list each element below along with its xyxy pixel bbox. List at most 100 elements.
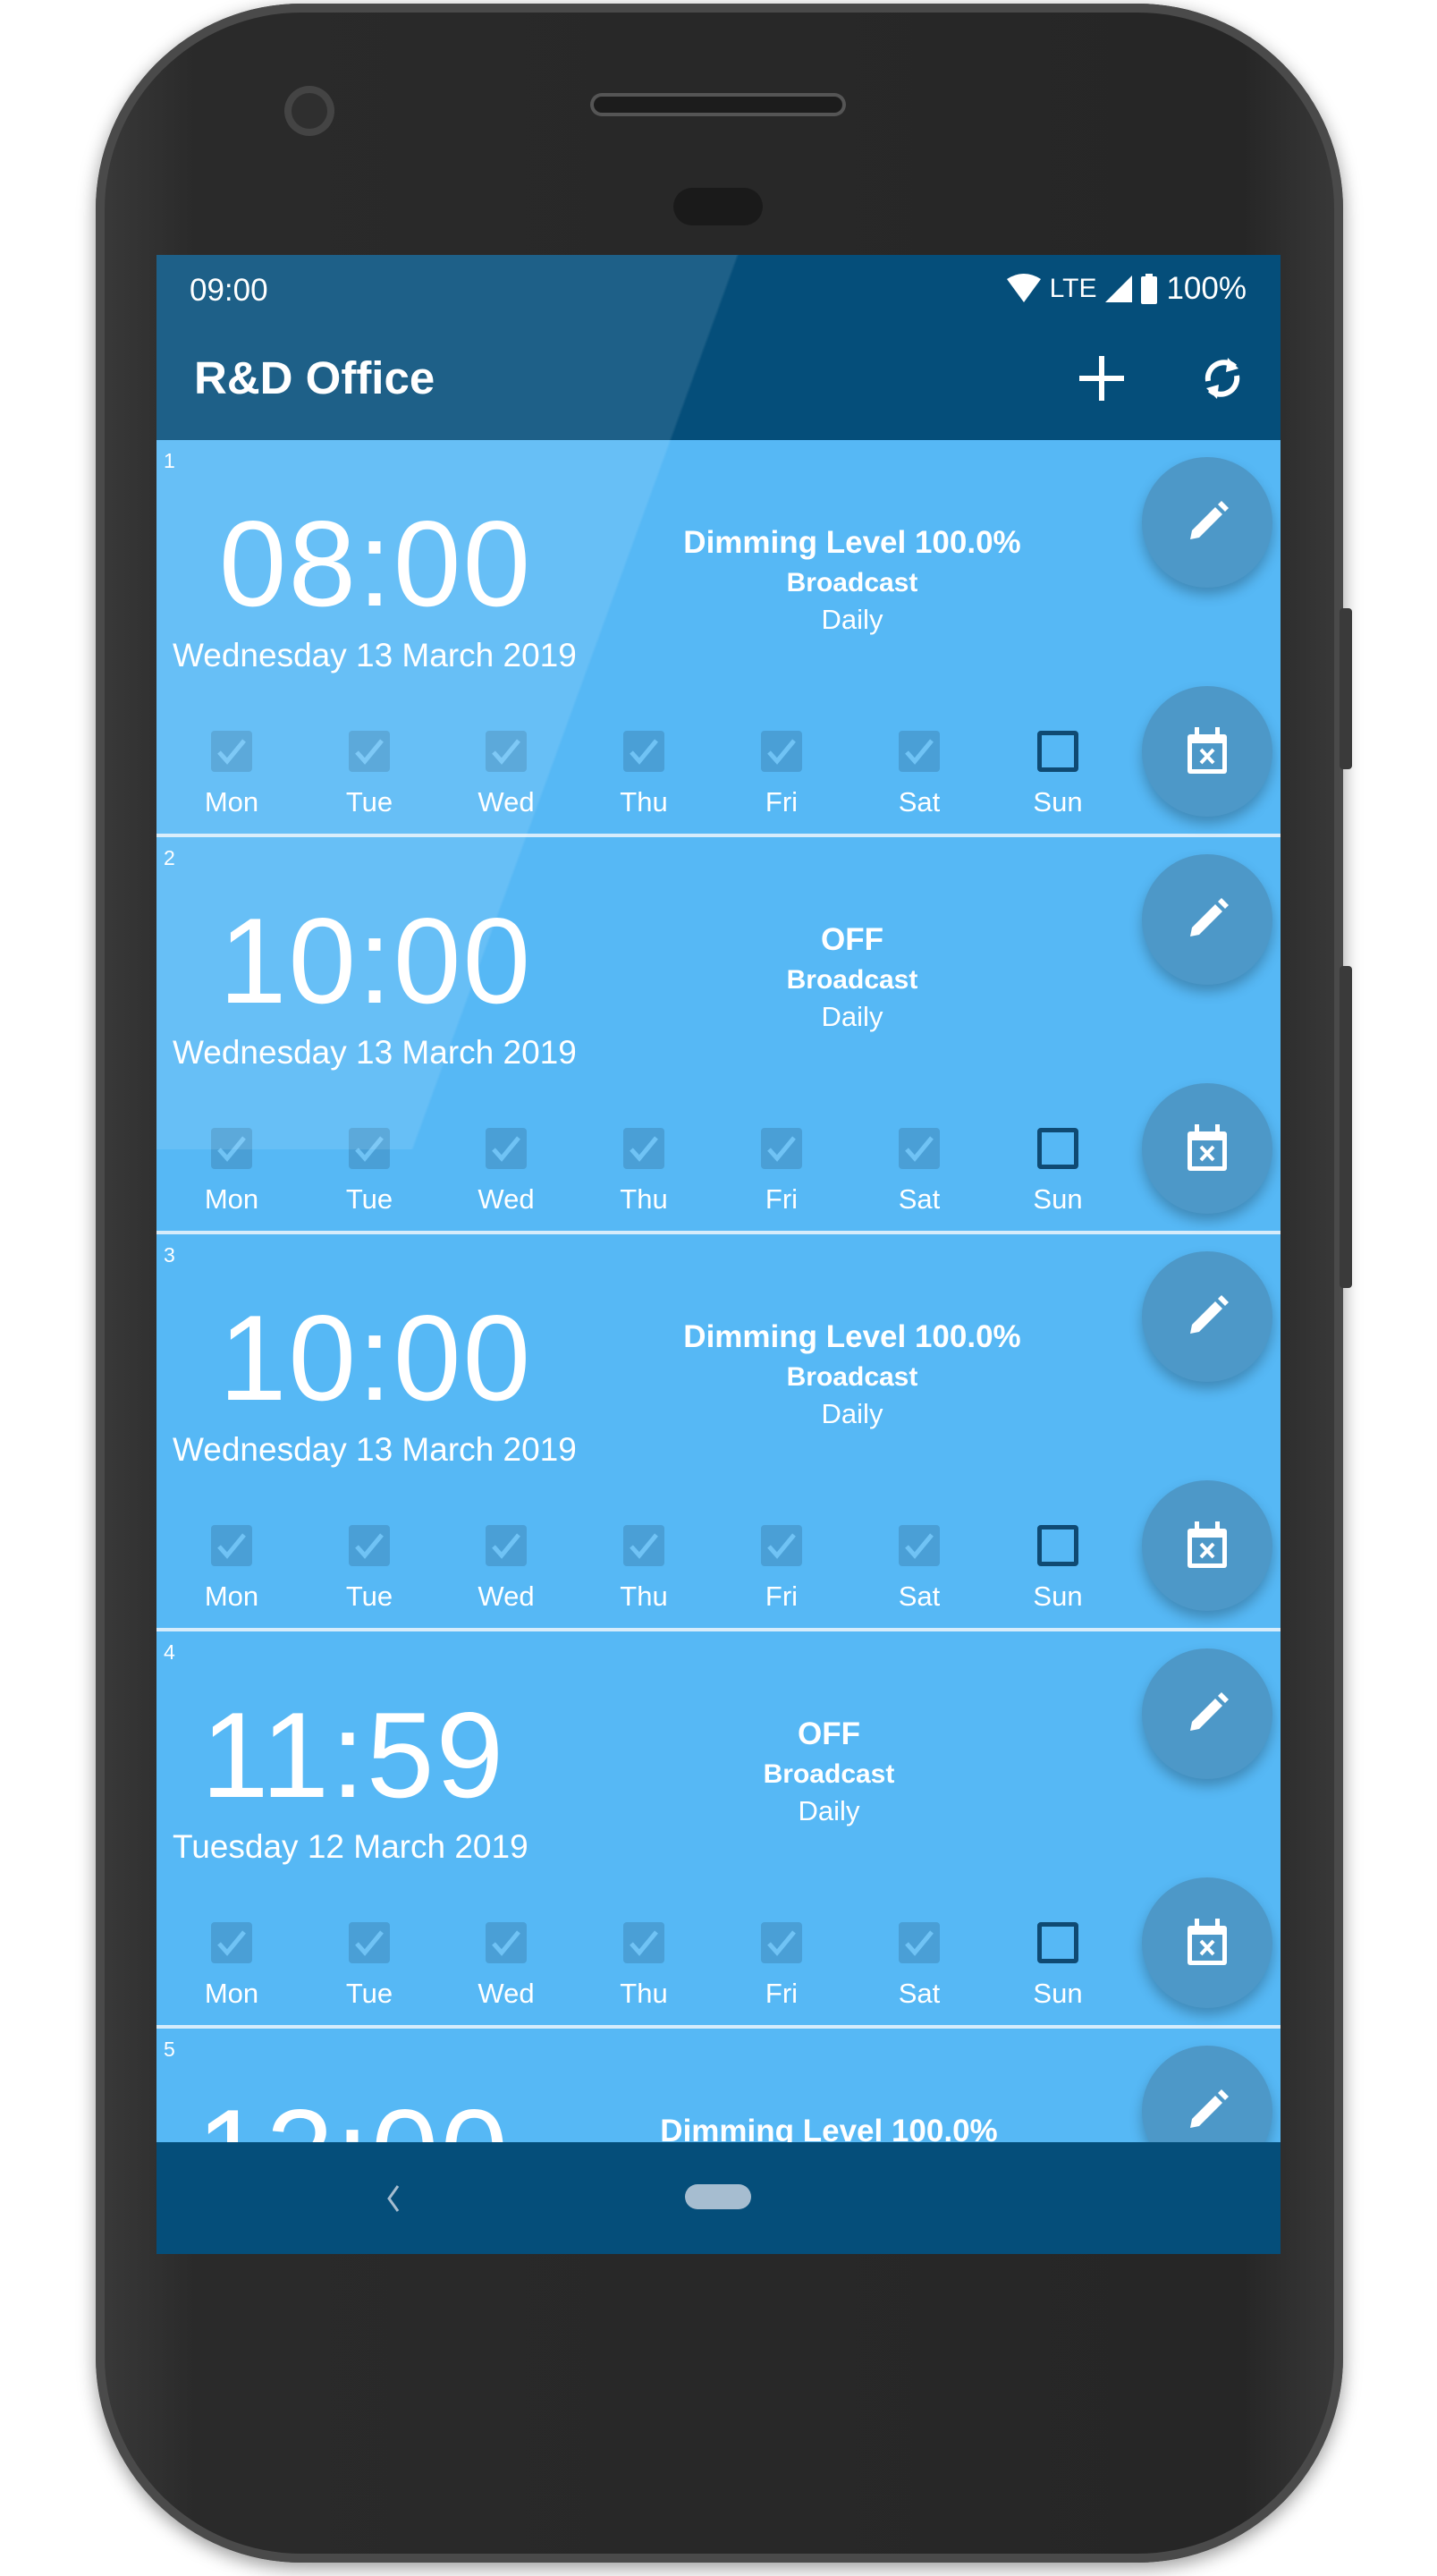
schedule-action: OFF [798,1716,860,1751]
check-icon [492,1533,520,1559]
day-label: Sun [1033,1183,1083,1215]
delete-schedule-button[interactable] [1142,1877,1272,2008]
schedule-card[interactable]: 1 08:00 Wednesday 13 March 2019 Dimming Le… [156,440,1281,837]
day-toggle-thu[interactable]: Thu [599,1128,689,1216]
check-icon [905,739,934,765]
plus-icon [1079,356,1124,401]
day-checkbox[interactable] [486,731,527,772]
day-toggle-sat[interactable]: Sat [875,1922,964,2010]
day-toggle-fri[interactable]: Fri [737,1128,826,1216]
delete-schedule-button[interactable] [1142,1480,1272,1611]
day-toggle-tue[interactable]: Tue [325,1525,414,1613]
check-icon [217,739,246,765]
day-label: Sun [1033,786,1083,818]
delete-schedule-button[interactable] [1142,686,1272,817]
day-checkbox[interactable] [761,1922,802,1963]
schedule-target: Broadcast [763,1759,895,1789]
volume-button [1340,966,1352,1288]
day-toggle-sun[interactable]: Sun [1013,1525,1103,1613]
edit-button[interactable] [1142,457,1272,588]
day-toggle-mon[interactable]: Mon [187,731,276,818]
schedule-card[interactable]: 3 10:00 Wednesday 13 March 2019 Dimming Le… [156,1234,1281,1631]
day-toggle-wed[interactable]: Wed [461,731,551,818]
day-checkbox[interactable] [486,1128,527,1169]
add-button[interactable] [1066,343,1137,414]
day-checkbox[interactable] [1037,1525,1078,1566]
schedule-card[interactable]: 2 10:00 Wednesday 13 March 2019 OFF Broadca… [156,837,1281,1234]
day-checkbox[interactable] [899,1525,940,1566]
schedule-index: 5 [164,2038,175,2061]
day-toggle-tue[interactable]: Tue [325,1128,414,1216]
edit-button[interactable] [1142,1251,1272,1382]
schedule-time: 11:59 [200,1687,506,1823]
edit-button[interactable] [1142,854,1272,985]
schedule-list[interactable]: 1 08:00 Wednesday 13 March 2019 Dimming Le… [156,440,1281,2142]
day-toggle-sat[interactable]: Sat [875,1128,964,1216]
day-toggle-sun[interactable]: Sun [1013,1922,1103,2010]
refresh-button[interactable] [1187,343,1258,414]
day-toggle-sat[interactable]: Sat [875,1525,964,1613]
pencil-icon [1190,1295,1229,1334]
day-toggle-fri[interactable]: Fri [737,731,826,818]
edit-button[interactable] [1142,1648,1272,1779]
day-checkbox[interactable] [349,1525,390,1566]
day-checkbox[interactable] [623,1128,664,1169]
day-toggle-fri[interactable]: Fri [737,1525,826,1613]
day-toggle-mon[interactable]: Mon [187,1525,276,1613]
day-checkbox[interactable] [623,1525,664,1566]
day-checkbox[interactable] [1037,731,1078,772]
schedule-card[interactable]: 5 12:00 Dimming Level 100.0% [156,2029,1281,2142]
day-checkbox[interactable] [211,731,252,772]
day-checkbox[interactable] [1037,1128,1078,1169]
day-label: Fri [765,1978,799,2009]
day-toggle-sat[interactable]: Sat [875,731,964,818]
day-checkbox[interactable] [623,731,664,772]
day-toggle-wed[interactable]: Wed [461,1922,551,2010]
day-checkbox[interactable] [211,1922,252,1963]
calendar-remove-icon [1188,1521,1227,1568]
day-toggle-thu[interactable]: Thu [599,731,689,818]
home-button[interactable] [685,2184,751,2209]
day-toggle-fri[interactable]: Fri [737,1922,826,2010]
day-toggle-thu[interactable]: Thu [599,1922,689,2010]
day-checkbox[interactable] [349,1922,390,1963]
battery-icon [1141,274,1158,304]
day-checkbox[interactable] [899,731,940,772]
day-checkbox[interactable] [349,1128,390,1169]
day-toggle-mon[interactable]: Mon [187,1128,276,1216]
delete-schedule-button[interactable] [1142,1083,1272,1214]
wifi-icon [1006,274,1041,302]
schedule-action: Dimming Level 100.0% [660,2114,998,2142]
day-checkbox[interactable] [1037,1922,1078,1963]
day-toggle-tue[interactable]: Tue [325,731,414,818]
day-label: Fri [765,1580,799,1612]
day-toggle-wed[interactable]: Wed [461,1128,551,1216]
day-checkbox[interactable] [761,731,802,772]
check-icon [355,1533,384,1559]
edit-button[interactable] [1142,2046,1272,2142]
day-checkbox[interactable] [349,731,390,772]
day-toggle-mon[interactable]: Mon [187,1922,276,2010]
day-checkbox[interactable] [486,1525,527,1566]
day-checkbox[interactable] [623,1922,664,1963]
day-label: Thu [620,1580,668,1612]
front-camera [284,86,334,136]
day-checkbox[interactable] [899,1922,940,1963]
day-checkbox[interactable] [486,1922,527,1963]
day-checkbox[interactable] [761,1128,802,1169]
day-toggle-thu[interactable]: Thu [599,1525,689,1613]
day-checkbox[interactable] [761,1525,802,1566]
day-toggle-wed[interactable]: Wed [461,1525,551,1613]
day-label: Tue [345,1580,393,1612]
day-checkbox[interactable] [899,1128,940,1169]
back-icon[interactable] [386,2184,401,2213]
day-toggle-sun[interactable]: Sun [1013,1128,1103,1216]
day-toggle-tue[interactable]: Tue [325,1922,414,2010]
schedule-card[interactable]: 4 11:59 Tuesday 12 March 2019 OFF Broadcast… [156,1631,1281,2029]
day-toggle-sun[interactable]: Sun [1013,731,1103,818]
day-checkbox[interactable] [211,1128,252,1169]
day-label: Thu [620,1978,668,2009]
day-checkbox[interactable] [211,1525,252,1566]
schedule-action: OFF [821,922,883,957]
day-label: Mon [204,1978,259,2009]
